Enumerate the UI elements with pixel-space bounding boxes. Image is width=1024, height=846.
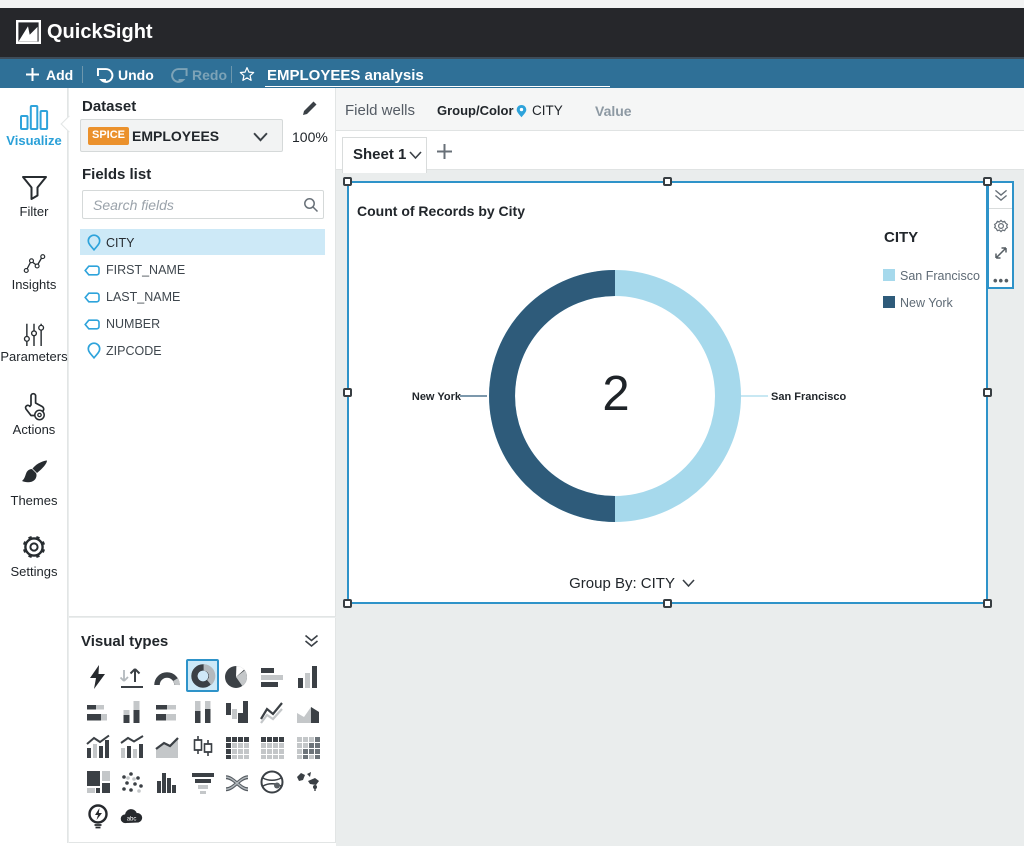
svg-text:abc: abc [127, 816, 137, 822]
